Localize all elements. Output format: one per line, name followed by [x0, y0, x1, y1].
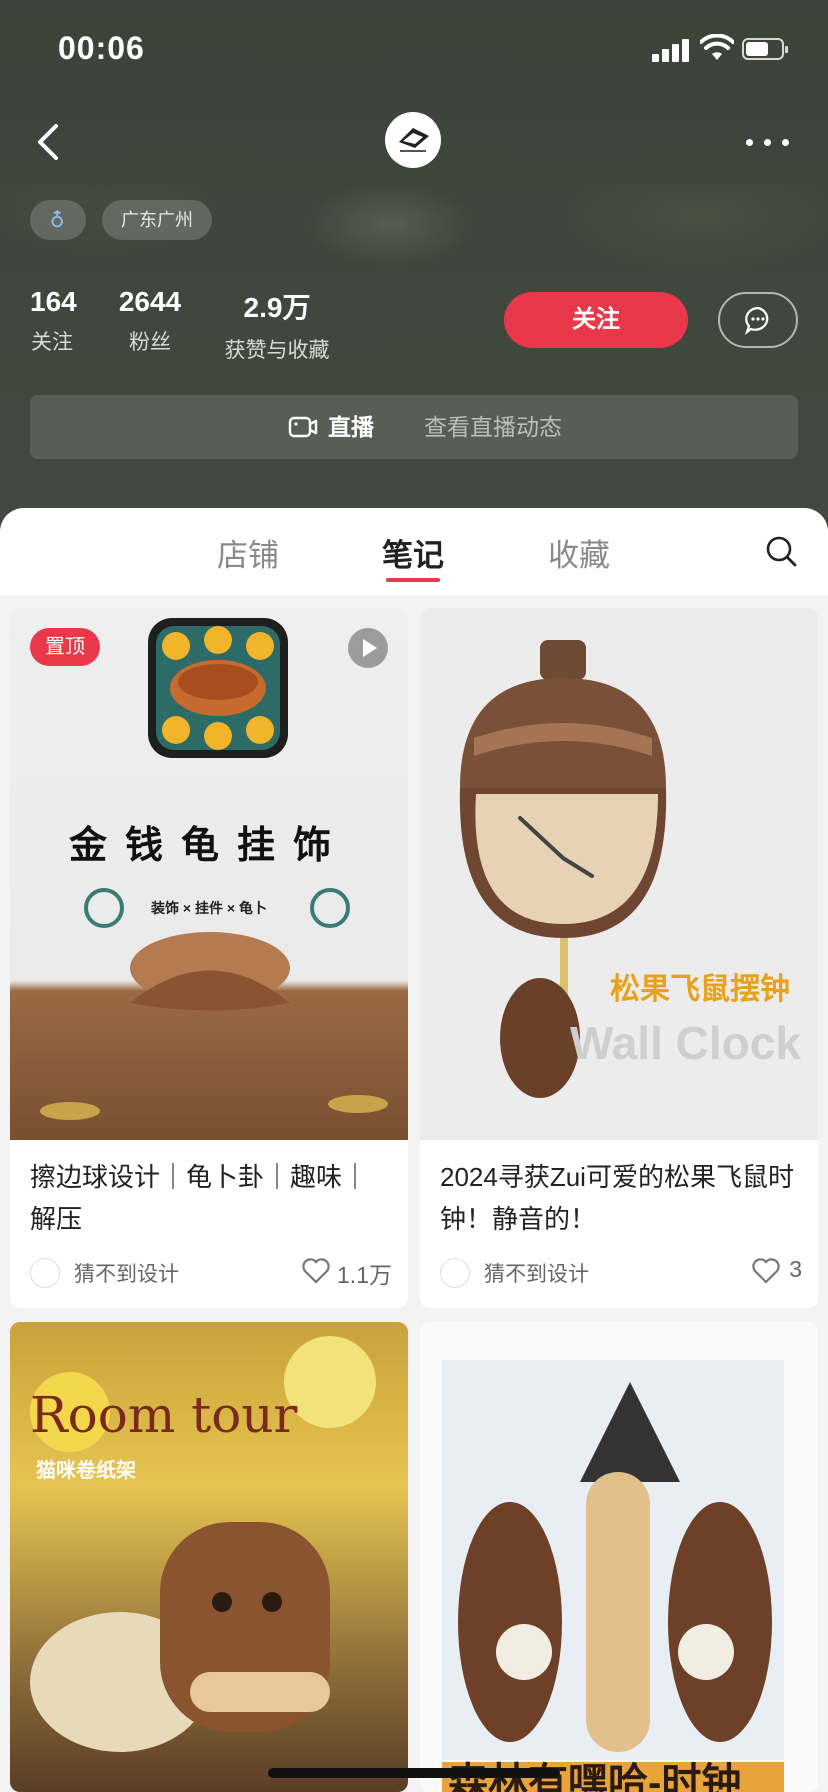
cover-headline: 松果飞鼠摆钟: [610, 973, 790, 1006]
stat-value: 2644: [118, 286, 182, 317]
stat-value: 164: [30, 286, 77, 317]
heart-icon[interactable]: [302, 1258, 330, 1284]
note-cover-image: Room tour 猫咪卷纸架: [10, 1322, 408, 1792]
profile-avatar[interactable]: [385, 112, 441, 168]
note-cover-image: 森林有嘿哈-时钟: [420, 1322, 818, 1792]
pinned-badge: 置顶: [30, 628, 100, 666]
note-title: 2024寻获Zui可爱的松果飞鼠时钟！静音的！: [440, 1162, 794, 1234]
battery-icon: [742, 38, 788, 60]
note-card[interactable]: Room tour 猫咪卷纸架: [10, 1322, 408, 1792]
stat-label: 关注: [31, 331, 73, 354]
cellular-signal-icon: [652, 38, 690, 62]
status-time: 00:06: [58, 30, 145, 66]
search-icon[interactable]: [764, 534, 798, 568]
turtle-charm-illustration: [40, 618, 388, 1120]
male-icon: [51, 210, 63, 228]
stat-following[interactable]: 164 关注: [30, 286, 77, 356]
live-camera-icon: [288, 416, 318, 438]
message-icon: [744, 306, 769, 335]
live-subtitle: 查看直播动态: [424, 414, 562, 440]
status-bar: 00:06: [0, 0, 828, 100]
tab-notes[interactable]: 笔记: [353, 530, 473, 575]
wifi-icon: [700, 34, 734, 60]
forest-clock-illustration: [442, 1360, 784, 1792]
heart-icon[interactable]: [752, 1258, 780, 1284]
like-count: 1.1万: [337, 1262, 392, 1288]
author-avatar: [440, 1258, 470, 1288]
home-indicator: [268, 1768, 560, 1778]
content-sheet: 店铺 笔记 收藏 金钱龟挂饰 装饰 × 挂件 × 龟卜 置顶 擦边球设计｜龟卜卦…: [0, 508, 828, 1792]
profile-tabs: 店铺 笔记 收藏: [0, 508, 828, 597]
gender-tag: [30, 200, 86, 240]
cover-headline: Room tour: [30, 1386, 298, 1444]
tab-collections[interactable]: 收藏: [519, 530, 639, 575]
stat-likes-collects[interactable]: 2.9万 获赞与收藏: [220, 286, 334, 364]
cover-subline: Wall Clock: [570, 1017, 801, 1069]
author-name: 猜不到设计: [484, 1263, 589, 1286]
note-card[interactable]: 松果飞鼠摆钟 Wall Clock 2024寻获Zui可爱的松果飞鼠时钟！静音的…: [420, 608, 818, 1308]
cover-subline: 装饰 × 挂件 × 龟卜: [151, 900, 267, 916]
note-card[interactable]: 金钱龟挂饰 装饰 × 挂件 × 龟卜 置顶 擦边球设计｜龟卜卦｜趣味｜解压 猜不…: [10, 608, 408, 1308]
brand-logo-icon: [399, 128, 429, 152]
stat-label: 获赞与收藏: [224, 339, 330, 362]
note-title: 擦边球设计｜龟卜卦｜趣味｜解压: [30, 1162, 369, 1234]
note-meta: 猜不到设计 1.1万: [30, 1256, 392, 1288]
live-entry[interactable]: 直播 查看直播动态: [30, 395, 798, 459]
video-badge: [348, 628, 388, 668]
author-avatar: [30, 1258, 60, 1288]
note-meta: 猜不到设计 3: [440, 1256, 802, 1288]
back-icon[interactable]: [30, 120, 70, 164]
stat-value: 2.9万: [243, 292, 311, 323]
stat-followers[interactable]: 2644 粉丝: [114, 286, 186, 356]
author-name: 猜不到设计: [74, 1263, 179, 1286]
stat-label: 粉丝: [129, 331, 171, 354]
live-title: 直播: [328, 414, 374, 440]
play-icon: [363, 639, 377, 657]
cover-subline: 猫咪卷纸架: [36, 1460, 136, 1482]
profile-header: 00:06 广东广州 164 关注 2644 粉丝 2.9万 获赞与收藏 关注 …: [0, 0, 828, 530]
note-cover-image: 金钱龟挂饰 装饰 × 挂件 × 龟卜 置顶: [10, 608, 408, 1140]
tab-shop[interactable]: 店铺: [188, 530, 308, 575]
location-tag: 广东广州: [102, 200, 212, 240]
note-cover-image: 松果飞鼠摆钟 Wall Clock: [420, 608, 818, 1140]
note-card[interactable]: 森林有嘿哈-时钟: [420, 1322, 818, 1792]
follow-button[interactable]: 关注: [504, 292, 688, 348]
message-button[interactable]: [718, 292, 798, 348]
like-count: 3: [789, 1256, 802, 1282]
more-icon[interactable]: [744, 136, 794, 148]
cover-headline: 金钱龟挂饰: [68, 822, 349, 867]
active-tab-indicator: [386, 578, 440, 582]
